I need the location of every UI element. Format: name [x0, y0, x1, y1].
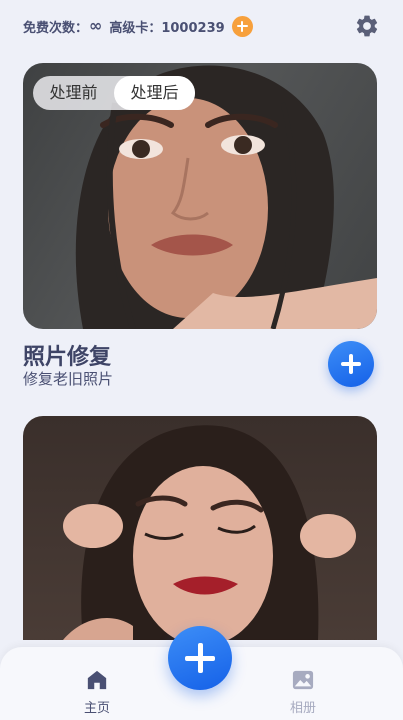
- before-after-toggle[interactable]: 处理前 处理后: [33, 76, 195, 110]
- feature-title: 照片修复: [23, 345, 112, 370]
- sample-portrait-image: [63, 425, 356, 640]
- home-icon: [87, 670, 107, 690]
- photo-restore-preview[interactable]: 处理前 处理后: [23, 63, 377, 329]
- free-count-value: ∞: [89, 15, 103, 35]
- nav-album-label: 相册: [289, 701, 316, 716]
- feature-subtitle: 修复老旧照片: [23, 370, 114, 388]
- nav-home-label: 主页: [83, 701, 110, 716]
- free-count-label: 免费次数：: [23, 20, 89, 36]
- start-restore-button[interactable]: [328, 341, 374, 387]
- add-credits-button[interactable]: [231, 15, 253, 37]
- image-icon: [292, 670, 314, 690]
- sample-photo-card[interactable]: [23, 416, 377, 640]
- top-bar: 免费次数： ∞ 高级卡：1000239: [23, 13, 380, 39]
- premium-card-count: 高级卡：1000239: [109, 20, 225, 36]
- nav-album[interactable]: 相册: [273, 669, 333, 716]
- toggle-before[interactable]: 处理前: [33, 76, 114, 110]
- toggle-after[interactable]: 处理后: [114, 76, 195, 110]
- add-photo-button[interactable]: [168, 626, 232, 690]
- gear-icon[interactable]: [354, 13, 380, 39]
- nav-home[interactable]: 主页: [67, 669, 127, 716]
